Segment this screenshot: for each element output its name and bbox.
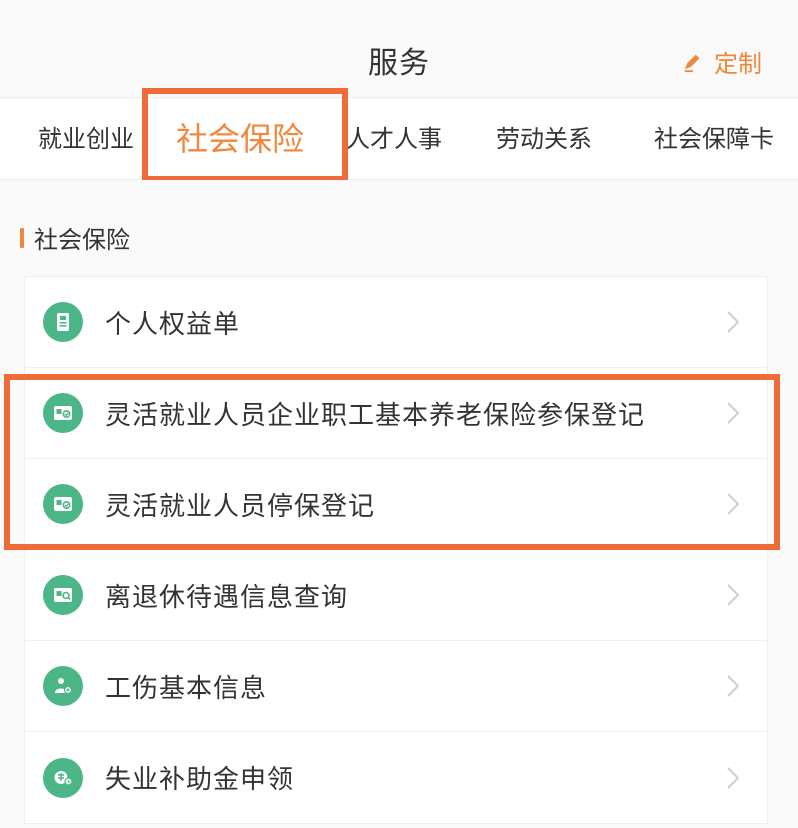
unemployment-icon	[43, 757, 83, 798]
list-item-label: 个人权益单	[105, 309, 241, 340]
section-title: 社会保险	[34, 226, 130, 254]
flexible-employment-highlight-box	[4, 374, 780, 550]
list-item-label: 工伤基本信息	[105, 673, 268, 704]
list-item-work-injury-info[interactable]: 工伤基本信息	[25, 641, 767, 732]
list-item-personal-rights[interactable]: 个人权益单	[25, 277, 767, 368]
tab-talent-personnel[interactable]: 人才人事	[346, 98, 442, 180]
chevron-right-icon	[727, 675, 740, 697]
customize-label: 定制	[714, 50, 762, 78]
pencil-icon	[684, 54, 700, 72]
id-badge-icon	[43, 302, 83, 342]
chevron-right-icon	[727, 311, 740, 333]
card-search-icon	[43, 575, 83, 615]
service-list: 个人权益单 灵活就业人员企业职工基本养老保险参保登记 灵活就业人员停保登记 离退…	[24, 276, 768, 824]
chevron-right-icon	[727, 766, 740, 789]
chevron-right-icon	[727, 584, 740, 606]
section-accent-bar	[20, 227, 24, 248]
injury-icon	[43, 666, 83, 706]
top-header: 服务 定制	[0, 0, 798, 98]
tab-labor-relations[interactable]: 劳动关系	[496, 98, 592, 180]
category-tabs: 就业创业 社会保险 人才人事 劳动关系 社会保障卡	[0, 98, 798, 180]
tab-employment[interactable]: 就业创业	[38, 98, 134, 180]
customize-button[interactable]: 定制	[682, 44, 762, 79]
list-item-label: 失业补助金申领	[105, 765, 295, 795]
section-header: 社会保险	[20, 220, 130, 255]
list-item-unemployment-subsidy[interactable]: 失业补助金申领	[25, 732, 767, 823]
tab-social-security-card[interactable]: 社会保障卡	[654, 98, 774, 180]
list-item-retirement-benefit-query[interactable]: 离退休待遇信息查询	[25, 550, 767, 641]
page-title: 服务	[368, 46, 430, 81]
active-tab-highlight-box	[142, 88, 348, 182]
list-item-label: 离退休待遇信息查询	[105, 582, 349, 613]
